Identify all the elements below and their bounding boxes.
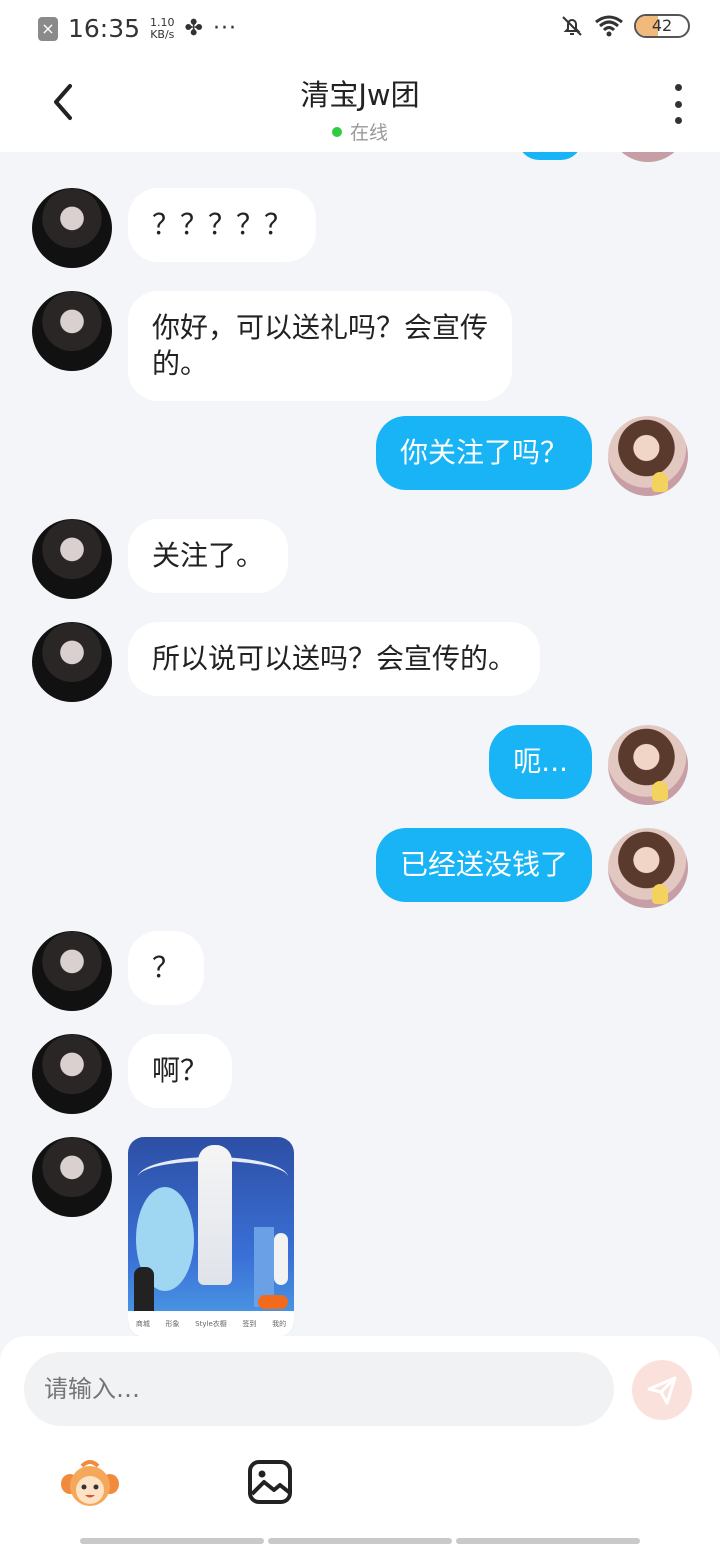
message-input[interactable] [24,1352,614,1426]
image-side-toolbar [274,1233,288,1285]
flower-icon [652,472,668,492]
contact-avatar[interactable] [32,188,112,268]
my-avatar[interactable] [608,152,688,162]
incoming-message-bubble[interactable]: ？？？？？ [128,188,317,262]
partial-outgoing-bubble [518,152,582,160]
image-tab-label: 商城 [135,1320,150,1328]
contact-avatar[interactable] [32,1137,112,1217]
online-status-label: 在线 [349,122,388,144]
contact-avatar[interactable] [32,519,112,599]
send-button[interactable] [632,1360,692,1420]
more-dot-icon [674,84,682,91]
incoming-message-bubble[interactable]: ？ [128,931,205,1005]
contact-avatar[interactable] [32,931,112,1011]
fan-icon: ✤ [184,16,203,41]
image-tab-label: 形象 [165,1320,180,1328]
contact-avatar[interactable] [32,1034,112,1114]
outgoing-message-bubble[interactable]: 已经送没钱了 [375,828,592,902]
navigation-handle [80,1538,640,1544]
title-block: 清宝Jw团 在线 [0,72,720,145]
image-tab-label: Style衣橱 [195,1320,227,1328]
image-message[interactable]: 商城 形象 Style衣橱 签到 我的 [128,1137,294,1336]
nav-handle-segment [456,1538,640,1544]
incoming-message-bubble[interactable]: 所以说可以送吗？会宣传的。 [128,622,541,696]
nav-handle-segment [80,1538,264,1544]
flower-icon [652,781,668,801]
online-status: 在线 [0,118,720,145]
clock: 16:35 [68,14,141,43]
composer [0,1336,720,1544]
incoming-message-bubble[interactable]: 啊？ [128,1034,233,1108]
flower-icon [652,884,668,904]
image-picker-button[interactable] [246,1458,294,1506]
page-title: 清宝Jw团 [300,78,420,112]
battery-level: 42 [651,16,673,35]
my-avatar[interactable] [608,416,688,496]
image-tab-bar: 商城 形象 Style衣橱 签到 我的 [128,1311,294,1336]
status-bar: × 16:35 1.10 KB/s ✤ ··· 42 [0,0,720,58]
close-notification-icon: × [38,16,58,41]
image-tab-label: 签到 [242,1320,257,1328]
outgoing-message-bubble[interactable]: 你关注了吗？ [375,416,592,490]
contact-avatar[interactable] [32,622,112,702]
image-tab-label: 我的 [272,1320,287,1328]
mascot-emoji-button[interactable] [60,1458,120,1510]
network-speed: 1.10 KB/s [150,15,175,41]
chat-area[interactable]: ？？？？？ 你好，可以送礼吗？会宣传 的。 你关注了吗？ 关注了。 所以说可以送… [0,152,720,1336]
bell-off-icon [562,16,582,36]
more-dot-icon [674,117,682,124]
contact-avatar[interactable] [32,291,112,371]
incoming-message-bubble[interactable]: 关注了。 [128,519,289,593]
send-icon [647,1376,677,1405]
image-orange-button [258,1295,288,1309]
my-avatar[interactable] [608,828,688,908]
nav-handle-segment [268,1538,452,1544]
my-avatar[interactable] [608,725,688,805]
incoming-message-bubble[interactable]: 你好，可以送礼吗？会宣传 的。 [128,291,513,401]
chat-header: 清宝Jw团 在线 [0,58,720,152]
online-dot-icon [331,126,342,137]
outgoing-message-bubble[interactable]: 呃... [489,725,592,799]
more-dot-icon [674,100,682,108]
battery-icon: 42 [634,14,690,38]
more-options-button[interactable] [672,84,684,124]
more-notifications-icon: ··· [212,16,237,41]
image-figure [198,1145,232,1285]
wifi-icon [595,15,623,37]
